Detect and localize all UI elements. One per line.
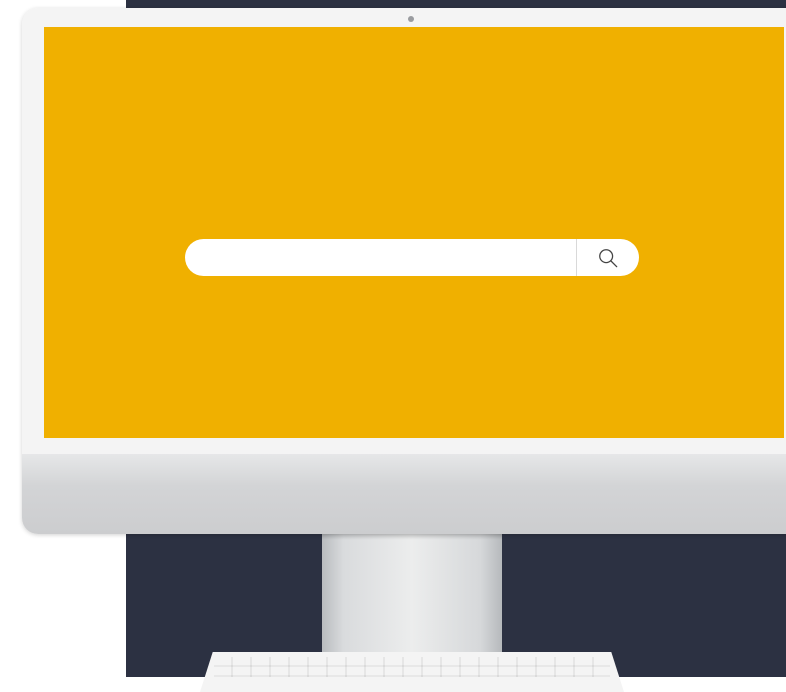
search-icon bbox=[599, 248, 618, 267]
monitor-chin bbox=[22, 454, 786, 534]
search-bar bbox=[185, 239, 639, 276]
keyboard-keys bbox=[214, 657, 610, 677]
search-input[interactable] bbox=[185, 239, 576, 276]
imac-monitor bbox=[22, 8, 786, 534]
search-button[interactable] bbox=[577, 239, 639, 276]
monitor-stand bbox=[322, 530, 502, 660]
camera-dot bbox=[408, 16, 414, 22]
screen bbox=[44, 27, 784, 438]
